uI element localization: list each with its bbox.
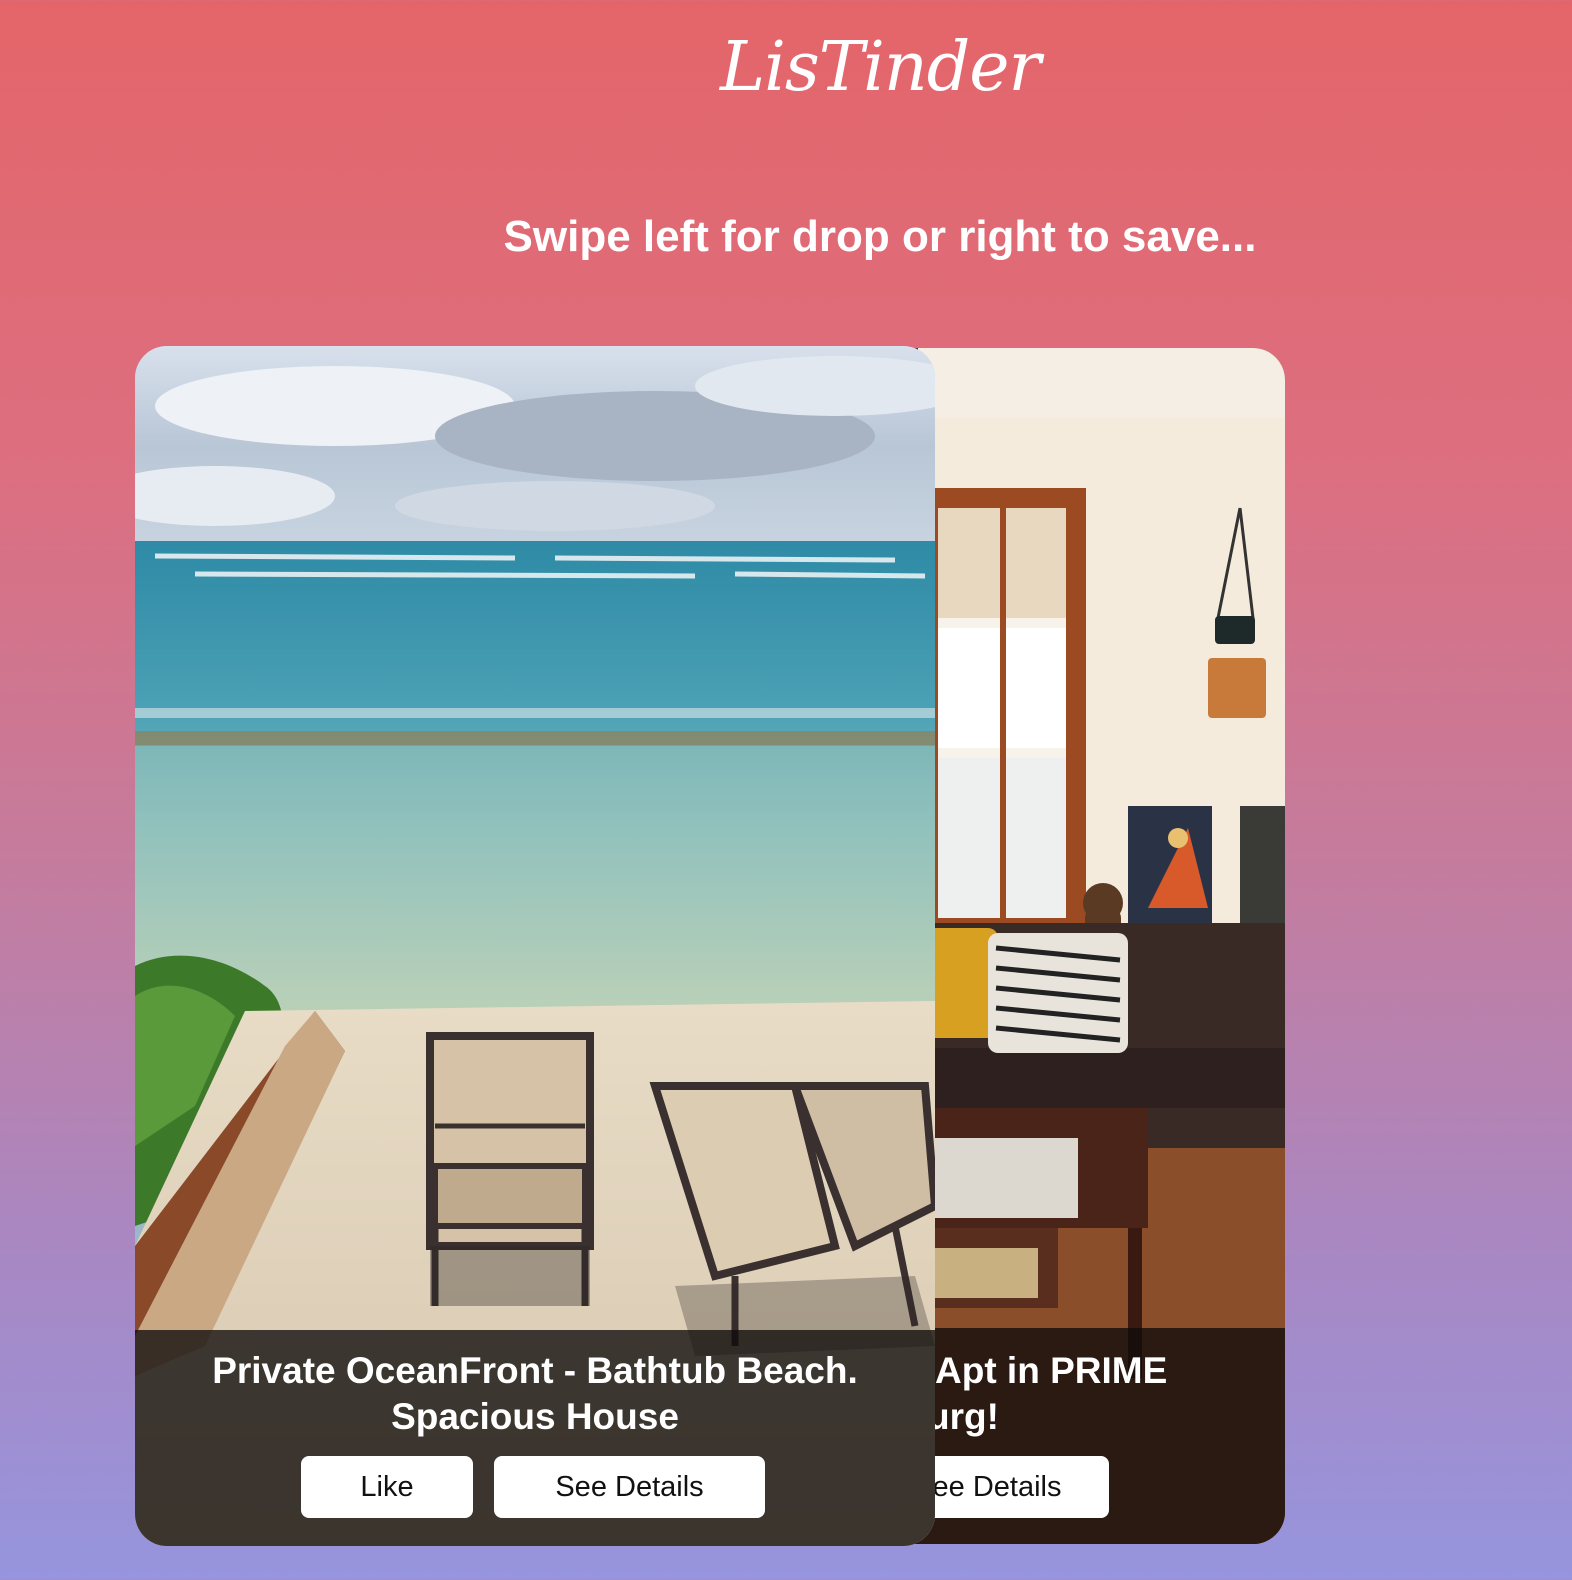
swipe-instruction: Swipe left for drop or right to save... [503,212,1257,261]
listing-card-front[interactable]: Private OceanFront - Bathtub Beach. Spac… [135,346,935,1546]
card-title: Apt in PRIME urg! [927,1348,1168,1440]
app-logo: LisTinder [720,28,1041,107]
see-details-button[interactable]: See Details [494,1456,765,1518]
like-button[interactable]: Like [301,1456,473,1518]
card-title-line-2: urg! [927,1396,999,1437]
card-title-line-1: Apt in PRIME [935,1350,1168,1391]
card-title: Private OceanFront - Bathtub Beach. Spac… [212,1350,858,1437]
